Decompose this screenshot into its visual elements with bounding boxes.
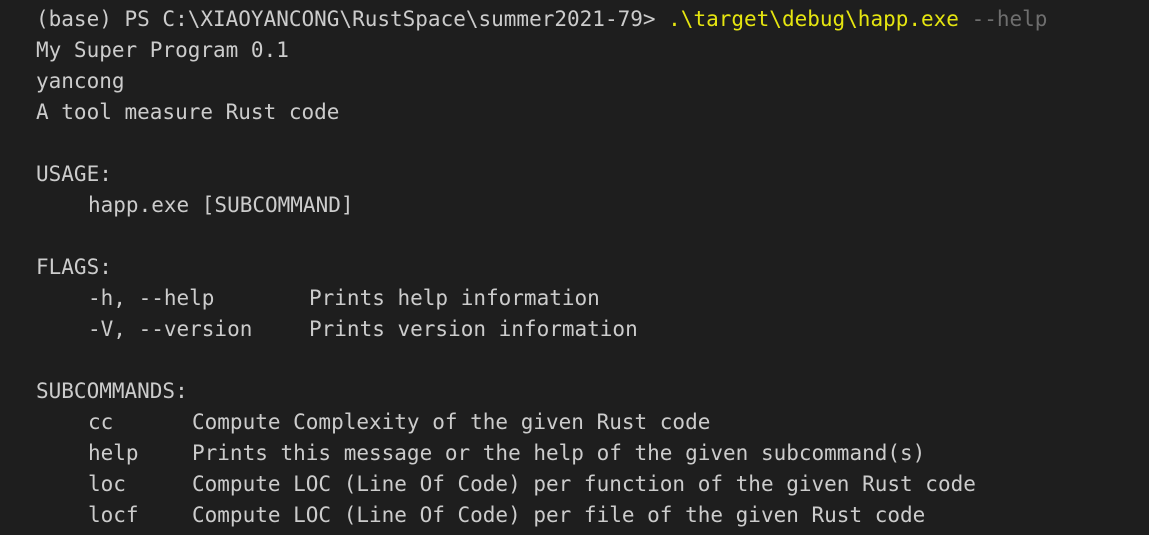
prompt-command: .\target\debug\happ.exe: [668, 7, 959, 31]
subcommand-name: locf: [88, 503, 139, 527]
program-author: yancong: [36, 69, 125, 93]
program-about: A tool measure Rust code: [36, 100, 340, 124]
flag-description: Prints help information: [309, 286, 600, 310]
prompt-line: (base) PS C:\XIAOYANCONG\RustSpace\summe…: [36, 4, 1149, 35]
subcommand-name: cc: [88, 410, 114, 434]
subcommand-name: loc: [88, 472, 126, 496]
subcommand-description: Compute LOC (Line Of Code) per function …: [192, 472, 976, 496]
flags-heading: FLAGS:: [36, 255, 112, 279]
subcommand-row-loc: loc Compute LOC (Line Of Code) per functi…: [36, 469, 1149, 500]
usage-line: happ.exe [SUBCOMMAND]: [88, 193, 354, 217]
flag-name: -h, --help: [88, 286, 215, 310]
subcommand-row-cc: cc Compute Complexity of the given Rust c…: [36, 407, 1149, 438]
subcommand-description: Prints this message or the help of the g…: [192, 441, 926, 465]
subcommand-description: Compute Complexity of the given Rust cod…: [192, 410, 711, 434]
program-name-version: My Super Program 0.1: [36, 38, 289, 62]
flag-row-version: -V, --version Prints version information: [36, 314, 1149, 345]
flag-row-help: -h, --help Prints help information: [36, 283, 1149, 314]
subcommands-heading: SUBCOMMANDS:: [36, 379, 188, 403]
subcommand-description: Compute LOC (Line Of Code) per file of t…: [192, 503, 926, 527]
subcommand-name: help: [88, 441, 139, 465]
terminal-output[interactable]: (base) PS C:\XIAOYANCONG\RustSpace\summe…: [0, 0, 1149, 535]
flag-name: -V, --version: [88, 317, 253, 341]
subcommand-row-locf: locf Compute LOC (Line Of Code) per file …: [36, 500, 1149, 531]
prompt-args: --help: [958, 7, 1048, 31]
usage-heading: USAGE:: [36, 162, 112, 186]
prompt-path: (base) PS C:\XIAOYANCONG\RustSpace\summe…: [36, 7, 669, 31]
flag-description: Prints version information: [309, 317, 638, 341]
subcommand-row-help: help Prints this message or the help of t…: [36, 438, 1149, 469]
